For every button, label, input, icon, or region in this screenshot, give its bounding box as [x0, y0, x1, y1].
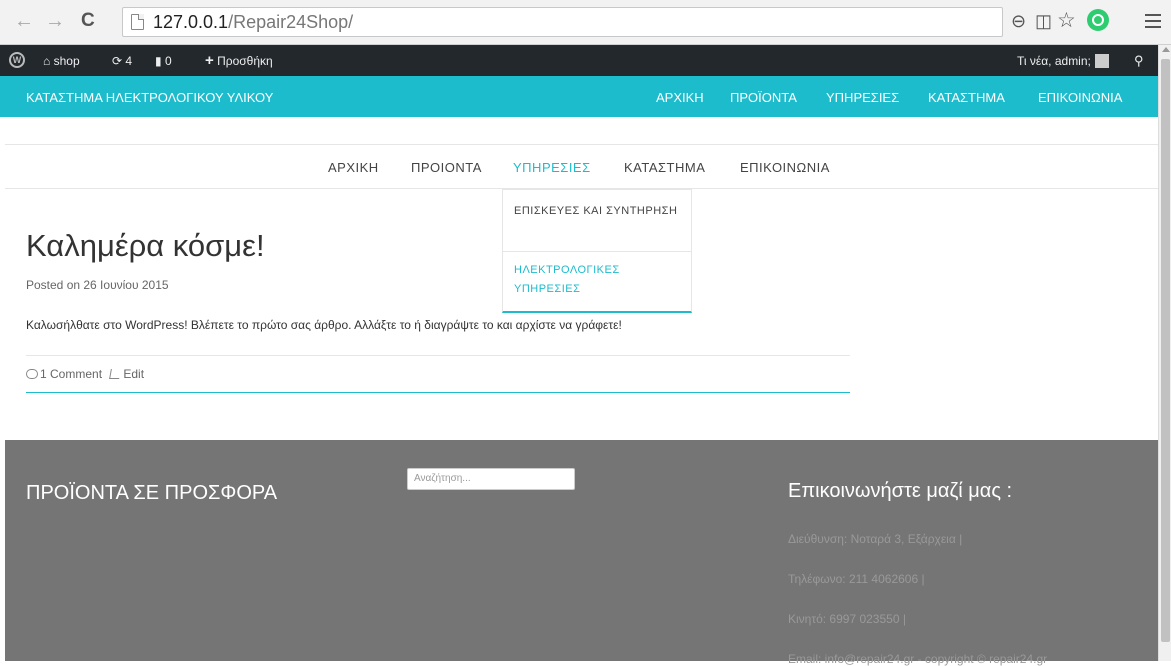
- bookmark-star-icon[interactable]: ☆: [1057, 9, 1076, 33]
- services-dropdown: ΕΠΙΣΚΕΥΕΣ ΚΑΙ ΣΥΝΤΗΡΗΣΗ ΗΛΕΚΤΡΟΛΟΓΙΚΕΣ Υ…: [502, 189, 692, 313]
- back-button[interactable]: ←: [14, 10, 34, 32]
- url-host: 127.0.0.1: [153, 12, 229, 32]
- post-meta: Posted on 26 Ιουνίου 2015: [26, 278, 169, 292]
- updates-icon: ⟳: [112, 54, 123, 68]
- edit-icon: [109, 369, 122, 379]
- comment-icon: [26, 369, 38, 379]
- avatar: [1094, 54, 1109, 68]
- forward-button[interactable]: →: [45, 10, 65, 32]
- site-title[interactable]: ΚΑΤΑΣΤΗΜΑ ΗΛΕΚΤΡΟΛΟΓΙΚΟΥ ΥΛΙΚΟΥ: [26, 90, 273, 105]
- admin-comments-link[interactable]: ▮ 0: [155, 54, 172, 68]
- page-scrollbar[interactable]: [1158, 45, 1171, 661]
- site-header: ΚΑΤΑΣΤΗΜΑ ΗΛΕΚΤΡΟΛΟΓΙΚΟΥ ΥΛΙΚΟΥ ΑΡΧΙΚΗ Π…: [0, 76, 1158, 117]
- comments-count: 0: [164, 54, 172, 68]
- main-nav-store[interactable]: ΚΑΤΑΣΤΗΜΑ: [624, 160, 705, 175]
- plus-icon: +: [205, 52, 214, 69]
- url-path: /Repair24Shop/: [228, 12, 354, 32]
- admin-updates-link[interactable]: ⟳ 4: [112, 54, 132, 68]
- scrollbar-thumb[interactable]: [1161, 59, 1170, 642]
- dropdown-item-electrical[interactable]: ΗΛΕΚΤΡΟΛΟΓΙΚΕΣ ΥΠΗΡΕΣΙΕΣ: [514, 261, 684, 299]
- wordpress-logo-icon[interactable]: W: [9, 52, 25, 68]
- address-bar[interactable]: 127.0.0.1/Repair24Shop/: [122, 7, 1003, 37]
- page-icon: [131, 14, 144, 30]
- admin-search-icon[interactable]: ⚲: [1134, 54, 1144, 68]
- wp-admin-bar: W ⌂ shop ⟳ 4 ▮ 0 + Προσθήκη Τι νέα, admi…: [0, 45, 1158, 76]
- updates-count: 4: [125, 54, 133, 68]
- main-nav-home[interactable]: ΑΡΧΙΚΗ: [328, 160, 379, 175]
- dropdown-item-repairs[interactable]: ΕΠΙΣΚΕΥΕΣ ΚΑΙ ΣΥΝΤΗΡΗΣΗ: [514, 202, 684, 221]
- translate-icon[interactable]: ◫: [1035, 9, 1052, 33]
- admin-new-link[interactable]: + Προσθήκη: [205, 52, 273, 69]
- post-title[interactable]: Καλημέρα κόσμε!: [26, 228, 265, 264]
- address-text[interactable]: 127.0.0.1/Repair24Shop/: [153, 12, 353, 33]
- search-input[interactable]: Αναζήτηση...: [407, 468, 575, 490]
- top-nav-home[interactable]: ΑΡΧΙΚΗ: [656, 90, 704, 105]
- reload-button[interactable]: C: [81, 10, 95, 32]
- admin-site-label: shop: [53, 54, 80, 68]
- comments-link[interactable]: 1 Comment: [40, 367, 102, 381]
- contact-mobile: Κινητό: 6997 023550 |: [788, 612, 906, 626]
- menu-icon[interactable]: [1145, 14, 1161, 28]
- main-nav-products[interactable]: ΠΡΟΙΟΝΤΑ: [411, 160, 482, 175]
- edit-link[interactable]: Edit: [123, 367, 144, 381]
- main-nav: ΑΡΧΙΚΗ ΠΡΟΙΟΝΤΑ ΥΠΗΡΕΣΙΕΣ ΚΑΤΑΣΤΗΜΑ ΕΠΙΚ…: [5, 144, 1158, 189]
- main-nav-services[interactable]: ΥΠΗΡΕΣΙΕΣ: [513, 160, 591, 175]
- extension-icon[interactable]: [1087, 9, 1109, 31]
- contact-email: Email: info@repair24.gr - copyright © re…: [788, 652, 1048, 666]
- top-nav-products[interactable]: ΠΡΟΪΟΝΤΑ: [730, 90, 797, 105]
- dropdown-divider: [503, 251, 691, 252]
- contact-phone: Τηλέφωνο: 211 4062606 |: [788, 572, 925, 586]
- post-body: Καλωσήλθατε στο WordPress! Βλέπετε το πρ…: [26, 318, 622, 332]
- scroll-up-icon[interactable]: [1162, 47, 1170, 52]
- admin-new-label: Προσθήκη: [217, 54, 273, 68]
- site-footer: ΠΡΟΪΟΝΤΑ ΣΕ ΠΡΟΣΦΟΡΑ Αναζήτηση... Επικοι…: [5, 440, 1158, 666]
- post-divider: [26, 355, 850, 356]
- post-accent-line: [26, 392, 850, 393]
- home-icon: ⌂: [43, 54, 51, 68]
- top-nav-services[interactable]: ΥΠΗΡΕΣΙΕΣ: [826, 90, 899, 105]
- post-footer: 1 Comment Edit: [26, 367, 144, 381]
- comments-icon: ▮: [155, 54, 162, 68]
- main-nav-contact[interactable]: ΕΠΙΚΟΙΝΩΝΙΑ: [740, 160, 830, 175]
- offers-heading: ΠΡΟΪΟΝΤΑ ΣΕ ΠΡΟΣΦΟΡΑ: [26, 482, 278, 504]
- contact-heading: Επικοινωνήστε μαζί μας :: [788, 480, 1013, 502]
- contact-address: Διεύθυνση: Νοταρά 3, Εξάρχεια |: [788, 532, 963, 546]
- browser-toolbar: ← → C 127.0.0.1/Repair24Shop/ ⊖ ◫ ☆: [0, 0, 1171, 45]
- top-nav-contact[interactable]: ΕΠΙΚΟΙΝΩΝΙΑ: [1038, 90, 1122, 105]
- admin-greeting: Τι νέα, admin;: [1017, 54, 1091, 68]
- admin-site-link[interactable]: ⌂ shop: [43, 54, 80, 68]
- zoom-icon[interactable]: ⊖: [1011, 9, 1026, 33]
- admin-account-link[interactable]: Τι νέα, admin;: [1017, 54, 1109, 68]
- top-nav-store[interactable]: ΚΑΤΑΣΤΗΜΑ: [928, 90, 1005, 105]
